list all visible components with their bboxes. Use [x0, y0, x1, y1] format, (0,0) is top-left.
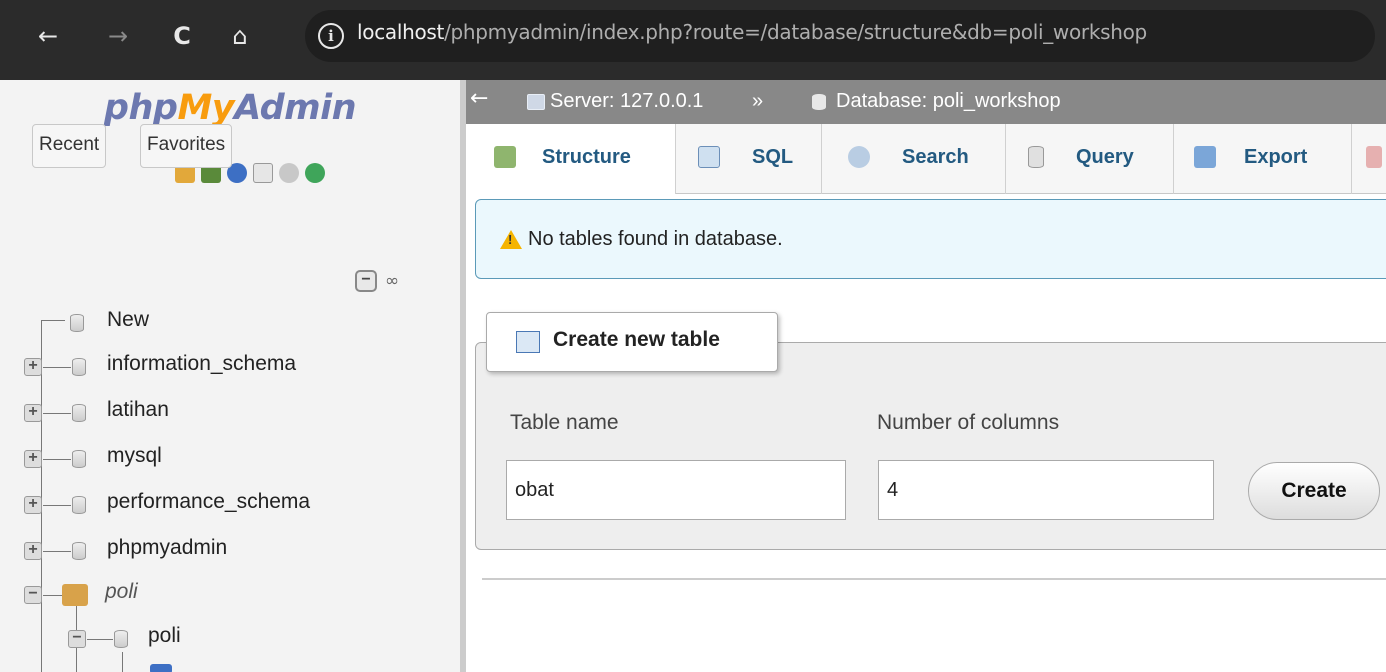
reload-icon[interactable]: C: [164, 18, 200, 54]
tree-item-database[interactable]: + information_schema: [0, 350, 460, 386]
tree-line: [43, 459, 71, 460]
tab-label: Search: [902, 146, 969, 168]
tab-label: SQL: [752, 146, 794, 168]
expand-icon[interactable]: +: [24, 358, 42, 376]
tab-export[interactable]: Export: [1174, 124, 1352, 194]
expand-icon[interactable]: +: [24, 450, 42, 468]
tab-label: Structure: [542, 146, 631, 168]
tree-item-label[interactable]: phpmyadmin: [107, 536, 227, 560]
tree-line: [43, 367, 71, 368]
tree-item-label[interactable]: poli: [148, 624, 181, 648]
tree-item-new[interactable]: New: [0, 306, 460, 342]
expand-icon[interactable]: +: [24, 404, 42, 422]
tab-label: Export: [1244, 146, 1308, 168]
favorites-button[interactable]: Favorites: [140, 124, 233, 168]
divider: [482, 578, 1386, 580]
documentation-icon[interactable]: [253, 163, 273, 183]
create-table-title: Create new table: [553, 328, 720, 351]
search-icon: [848, 146, 870, 168]
url-host: localhost: [357, 20, 445, 44]
tab-structure[interactable]: Structure: [466, 124, 676, 194]
recent-button[interactable]: Recent: [32, 124, 107, 168]
tree-item-database[interactable]: + performance_schema: [0, 488, 460, 524]
create-table-icon: [516, 331, 540, 353]
tree-line: [122, 652, 123, 672]
site-info-icon[interactable]: i: [318, 23, 344, 49]
logo-admin: Admin: [234, 88, 357, 128]
database-icon: [72, 404, 86, 422]
expand-icon[interactable]: +: [24, 542, 42, 560]
tab-label: Query: [1076, 146, 1134, 168]
collapse-icon[interactable]: −: [24, 586, 42, 604]
breadcrumb-server[interactable]: Server: 127.0.0.1: [550, 90, 703, 113]
breadcrumb-separator: »: [752, 90, 764, 112]
notice-text: No tables found in database.: [528, 228, 783, 250]
table-icon: [150, 664, 172, 672]
tab-import[interactable]: [1352, 124, 1386, 194]
tree-line: [43, 413, 71, 414]
create-button[interactable]: Create: [1248, 462, 1380, 520]
home-icon[interactable]: ⌂: [222, 18, 258, 54]
back-icon[interactable]: ←: [30, 18, 66, 54]
forward-icon[interactable]: →: [100, 18, 136, 54]
tree-item-database[interactable]: + mysql: [0, 442, 460, 478]
database-icon: [114, 630, 128, 648]
url-path: /phpmyadmin/index.php?route=/database/st…: [444, 20, 1147, 44]
database-group-icon: [62, 584, 88, 606]
reload-navigation-icon[interactable]: [305, 163, 325, 183]
tree-item-label[interactable]: information_schema: [107, 352, 296, 376]
tree-line: [43, 505, 71, 506]
tree-item-database[interactable]: + latihan: [0, 396, 460, 432]
table-name-input[interactable]: obat: [506, 460, 846, 520]
url-text[interactable]: localhost/phpmyadmin/index.php?route=/da…: [357, 20, 1147, 44]
database-icon: [72, 496, 86, 514]
database-icon: [72, 450, 86, 468]
tree-item-label[interactable]: mysql: [107, 444, 162, 468]
collapse-icon[interactable]: −: [68, 630, 86, 648]
tree-line: [87, 639, 113, 640]
database-icon: [72, 542, 86, 560]
tree-line: [43, 551, 71, 552]
settings-gear-icon[interactable]: [279, 163, 299, 183]
tree-item-database-group[interactable]: − poli: [0, 578, 460, 614]
expand-icon[interactable]: +: [24, 496, 42, 514]
tree-item-label[interactable]: latihan: [107, 398, 169, 422]
tab-query[interactable]: Query: [1006, 124, 1174, 194]
tab-sql[interactable]: SQL: [676, 124, 822, 194]
database-icon: [72, 358, 86, 376]
import-icon: [1366, 146, 1382, 168]
logo-php: php: [103, 88, 178, 128]
server-icon: [527, 94, 545, 110]
phpmyadmin-logo[interactable]: phpMyAdmin: [0, 88, 460, 128]
logo-my: My: [177, 88, 235, 128]
tree-line: [43, 595, 63, 596]
collapse-all-icon[interactable]: −: [355, 270, 377, 292]
columns-input[interactable]: 4: [878, 460, 1214, 520]
tree-item-database[interactable]: + phpmyadmin: [0, 534, 460, 570]
warning-mark: !: [508, 232, 513, 247]
breadcrumb-database[interactable]: Database: poli_workshop: [836, 90, 1061, 113]
collapse-panel-icon[interactable]: ←: [470, 86, 488, 111]
table-name-label: Table name: [510, 411, 619, 434]
tree-item-database[interactable]: − poli: [0, 622, 460, 658]
link-with-main-panel-icon[interactable]: ∞: [385, 271, 411, 291]
tree-item-label[interactable]: performance_schema: [107, 490, 310, 514]
query-icon: [1028, 146, 1044, 168]
tree-item-label[interactable]: New: [107, 308, 149, 332]
sql-icon: [698, 146, 720, 168]
database-icon: [812, 94, 826, 110]
new-database-icon: [70, 314, 84, 332]
structure-icon: [494, 146, 516, 168]
tab-search[interactable]: Search: [822, 124, 1006, 194]
export-icon: [1194, 146, 1216, 168]
tree-item-label[interactable]: poli: [105, 580, 138, 604]
columns-label: Number of columns: [877, 411, 1060, 434]
